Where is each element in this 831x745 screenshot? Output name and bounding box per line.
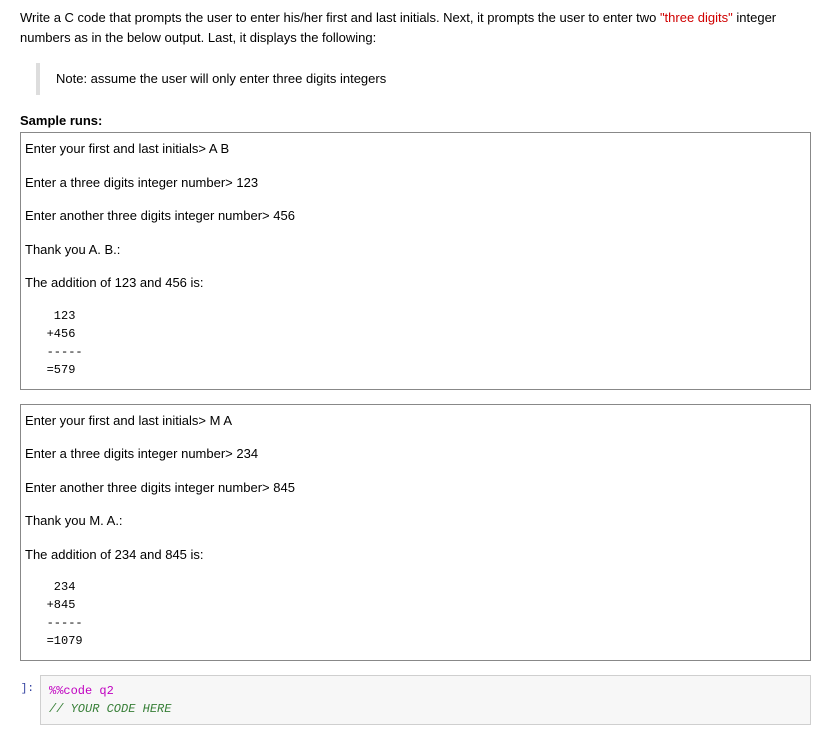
sample-runs-label: Sample runs: — [20, 111, 811, 131]
run1-line4: Thank you A. B.: — [25, 240, 804, 260]
run1-calc: 123 +456 ----- =579 — [25, 307, 804, 379]
run2-calc: 234 +845 ----- =1079 — [25, 578, 804, 650]
sample-run-1: Enter your first and last initials> A B … — [20, 132, 811, 390]
problem-statement: Write a C code that prompts the user to … — [20, 8, 811, 47]
document-body: Write a C code that prompts the user to … — [0, 0, 831, 745]
run2-line3: Enter another three digits integer numbe… — [25, 478, 804, 498]
run2-line2: Enter a three digits integer number> 234 — [25, 444, 804, 464]
code-input[interactable]: %%code q2 // YOUR CODE HERE — [40, 675, 811, 725]
code-comment-line: // YOUR CODE HERE — [49, 702, 171, 716]
run2-line4: Thank you M. A.: — [25, 511, 804, 531]
note-block: Note: assume the user will only enter th… — [36, 63, 811, 95]
cell-prompt: ]: — [20, 675, 40, 725]
run1-line5: The addition of 123 and 456 is: — [25, 273, 804, 293]
run2-line1: Enter your first and last initials> M A — [25, 411, 804, 431]
run1-line2: Enter a three digits integer number> 123 — [25, 173, 804, 193]
note-text: Note: assume the user will only enter th… — [56, 71, 386, 86]
code-cell: ]: %%code q2 // YOUR CODE HERE — [20, 675, 811, 725]
intro-highlight: "three digits" — [660, 10, 733, 25]
sample-run-2: Enter your first and last initials> M A … — [20, 404, 811, 662]
run2-line5: The addition of 234 and 845 is: — [25, 545, 804, 565]
code-magic-line: %%code q2 — [49, 684, 114, 698]
run1-line1: Enter your first and last initials> A B — [25, 139, 804, 159]
run1-line3: Enter another three digits integer numbe… — [25, 206, 804, 226]
intro-part1: Write a C code that prompts the user to … — [20, 10, 660, 25]
